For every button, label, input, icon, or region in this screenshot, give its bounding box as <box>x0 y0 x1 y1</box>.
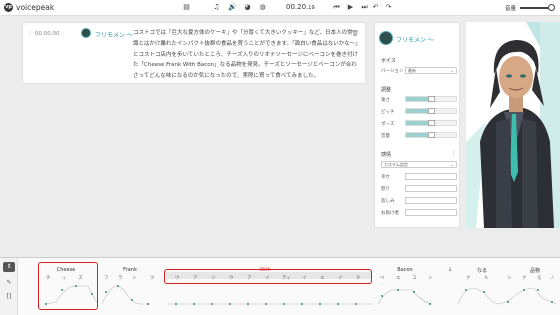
drag-handle-icon[interactable]: ⋮ <box>27 30 33 37</box>
select-tool-icon[interactable]: ⇕ <box>3 262 15 272</box>
voice-settings-panel: フリモメン ～ ボイス バージョン 最新 ⌄ 調整 速さ ピッチ ポーズ 音量 感… <box>374 22 460 228</box>
emotion-section-title: 感情 <box>381 152 392 158</box>
mora[interactable]: モ <box>537 275 542 281</box>
speaker-icon[interactable]: 🔊 <box>228 3 237 12</box>
pause-slider[interactable] <box>405 120 457 126</box>
volume-label: 音量 <box>505 6 517 12</box>
mora[interactable]: フ <box>104 275 109 281</box>
volume-adjust-slider[interactable] <box>405 132 457 138</box>
voice-section-title: ボイス <box>381 58 396 64</box>
volume-knob[interactable] <box>548 4 555 11</box>
mora[interactable]: ナ <box>522 275 527 281</box>
speed-slider[interactable] <box>405 96 457 102</box>
word-shinamono[interactable]: 品物 <box>520 267 550 274</box>
undo-icon[interactable]: ↶ <box>371 3 380 12</box>
emotion-label-angry: 怒り <box>381 187 390 192</box>
version-label: バージョン <box>381 69 404 74</box>
face-icon[interactable]: ◕ <box>243 3 252 12</box>
trash-icon[interactable]: 🗑 <box>351 30 359 37</box>
speaker-select[interactable]: フリモメン ～ <box>95 30 133 39</box>
pitch-slider[interactable] <box>405 108 457 114</box>
redo-icon[interactable]: ↷ <box>384 3 393 12</box>
volume-adjust-label: 音量 <box>381 134 390 139</box>
more-icon[interactable]: ⋮ <box>451 150 457 157</box>
adjust-section-title: 調整 <box>381 87 392 93</box>
emotion-preset-select[interactable]: カスタム設定 ⌄ <box>381 161 457 168</box>
version-select[interactable]: 最新 ⌄ <box>405 67 457 74</box>
pen-tool-icon[interactable]: ✎ <box>3 278 15 288</box>
bracket-tool-icon[interactable]: [] <box>3 292 15 302</box>
mora[interactable]: ン <box>428 275 433 281</box>
speaker-avatar <box>81 28 91 38</box>
word-naru[interactable]: なる <box>470 267 494 274</box>
mora[interactable]: ク <box>150 275 155 281</box>
character-portrait <box>466 22 560 228</box>
word-bacon[interactable]: Bacon <box>380 267 430 273</box>
mora[interactable]: シ <box>507 275 512 281</box>
skip-end-icon[interactable]: ⏭ <box>360 3 369 12</box>
mora[interactable]: ル <box>484 275 489 281</box>
file-icon[interactable]: ▤ <box>182 3 191 12</box>
pitch-label: ピッチ <box>381 110 395 115</box>
mora[interactable]: ベ <box>380 275 385 281</box>
emotion-label-happy: 幸せ <box>381 175 390 180</box>
emotion-slider-sad[interactable] <box>405 197 457 204</box>
skip-start-icon[interactable]: ⏮ <box>332 3 341 12</box>
timecode: 00.20.19 <box>286 3 315 11</box>
top-bar: vp voicepeak ▤ ♫ 🔊 ◕ ◍ 00.20.19 ⏮ ▶ ⏭ ↶ … <box>0 0 560 16</box>
timeline-toolbar: ⇕ ✎ [] <box>0 258 18 315</box>
emotion-slider-angry[interactable] <box>405 185 457 192</box>
pitch-timeline: ⇕ ✎ [] Cheese Frank With Bacon ↓ なる 品物 チ… <box>0 257 560 315</box>
emotion-slider-helper[interactable] <box>405 209 457 216</box>
script-block[interactable]: ⋮ 00.00.00 フリモメン ～ コストコでは「巨大な夏方体のケーキ」や「分… <box>22 22 366 84</box>
mora[interactable]: エ <box>396 275 401 281</box>
mora[interactable]: ラ <box>118 275 123 281</box>
mora[interactable]: ン <box>132 275 137 281</box>
app-name: voicepeak <box>16 3 55 12</box>
panel-speaker-name[interactable]: フリモメン ～ <box>396 35 434 44</box>
word-arrow[interactable]: ↓ <box>445 267 455 273</box>
block-time: 00.00.00 <box>35 31 60 37</box>
emotion-label-helper: お助け者 <box>381 211 399 216</box>
script-text[interactable]: コストコでは「巨大な夏方体のケーキ」や「分厚くて大きいクッキー」など、日本人の常… <box>133 28 358 82</box>
app-logo: vp voicepeak <box>4 3 54 12</box>
music-icon[interactable]: ♫ <box>212 3 221 12</box>
mora[interactable]: ナ <box>466 275 471 281</box>
emotion-slider-happy[interactable] <box>405 173 457 180</box>
panel-speaker-avatar <box>379 31 393 45</box>
speed-label: 速さ <box>381 98 390 103</box>
mora[interactable]: コ <box>412 275 417 281</box>
record-icon[interactable]: ◍ <box>258 3 267 12</box>
emotion-label-sad: 悲しみ <box>381 199 395 204</box>
pitch-curve[interactable] <box>18 282 560 314</box>
logo-mark-icon: vp <box>4 3 13 12</box>
highlight-with-mora <box>164 269 372 284</box>
highlight-cheese <box>38 262 98 310</box>
play-icon[interactable]: ▶ <box>346 3 355 12</box>
mora[interactable]: ノ <box>550 275 555 281</box>
word-frank[interactable]: Frank <box>108 267 152 273</box>
pause-label: ポーズ <box>381 122 395 127</box>
